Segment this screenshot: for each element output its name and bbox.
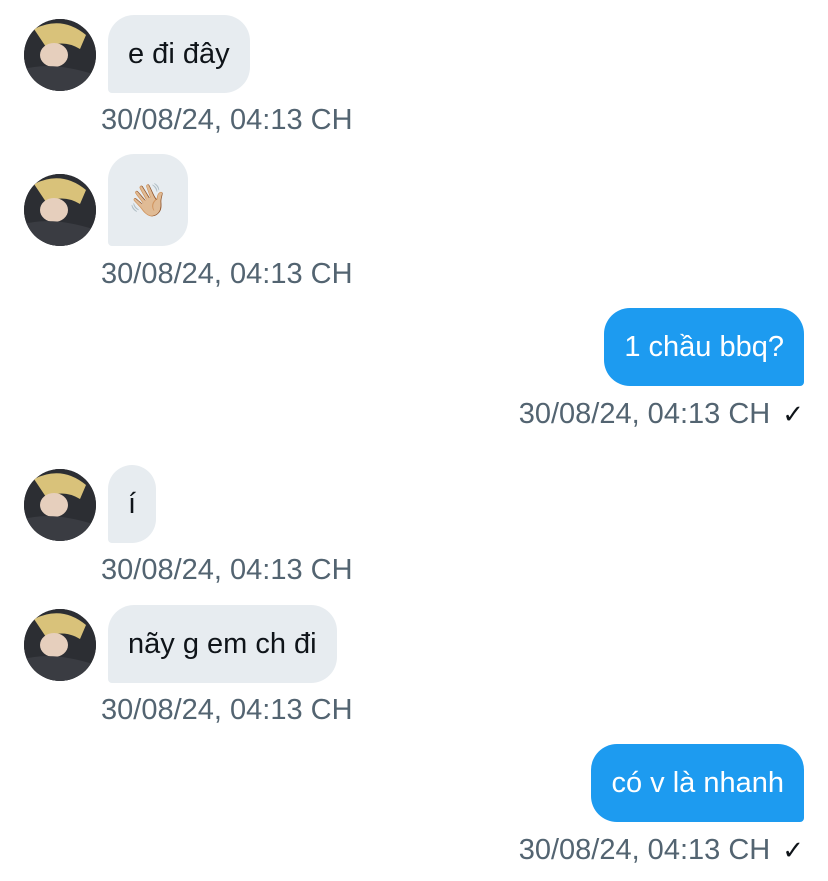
outgoing-message-bubble[interactable]: có v là nhanh [591, 744, 804, 822]
avatar-photo-icon [24, 469, 96, 541]
message-timestamp-row: 30/08/24, 04:13 CH ✓ [519, 396, 804, 432]
sender-avatar[interactable] [24, 609, 96, 681]
check-icon: ✓ [782, 835, 804, 865]
message-timestamp: 30/08/24, 04:13 CH [101, 554, 353, 586]
avatar-photo-icon [24, 609, 96, 681]
incoming-message-bubble[interactable]: e đi đây [108, 15, 250, 93]
sender-avatar[interactable] [24, 174, 96, 246]
message-timestamp: 30/08/24, 04:13 CH [518, 398, 771, 430]
message-timestamp: 30/08/24, 04:13 CH [101, 694, 353, 726]
avatar-photo-icon [24, 174, 96, 246]
avatar-photo-icon [24, 19, 96, 91]
waving-hand-icon: 👋🏼 [128, 182, 168, 218]
message-timestamp: 30/08/24, 04:13 CH [101, 104, 353, 136]
message-text: có v là nhanh [611, 766, 784, 799]
sender-avatar[interactable] [24, 469, 96, 541]
outgoing-message-bubble[interactable]: 1 chầu bbq? [604, 308, 804, 386]
check-icon: ✓ [782, 399, 804, 429]
message-timestamp: 30/08/24, 04:13 CH [518, 834, 771, 866]
message-timestamp: 30/08/24, 04:13 CH [101, 258, 353, 290]
message-text: í [128, 487, 137, 520]
message-timestamp-row: 30/08/24, 04:13 CH ✓ [519, 832, 804, 868]
message-text: 1 chầu bbq? [624, 330, 784, 363]
message-text: nãy g em ch đi [128, 627, 317, 660]
incoming-message-bubble[interactable]: 👋🏼 [108, 154, 188, 246]
incoming-message-bubble[interactable]: í [108, 465, 157, 543]
incoming-message-bubble[interactable]: nãy g em ch đi [108, 605, 337, 683]
message-text: e đi đây [128, 37, 230, 70]
sender-avatar[interactable] [24, 19, 96, 91]
